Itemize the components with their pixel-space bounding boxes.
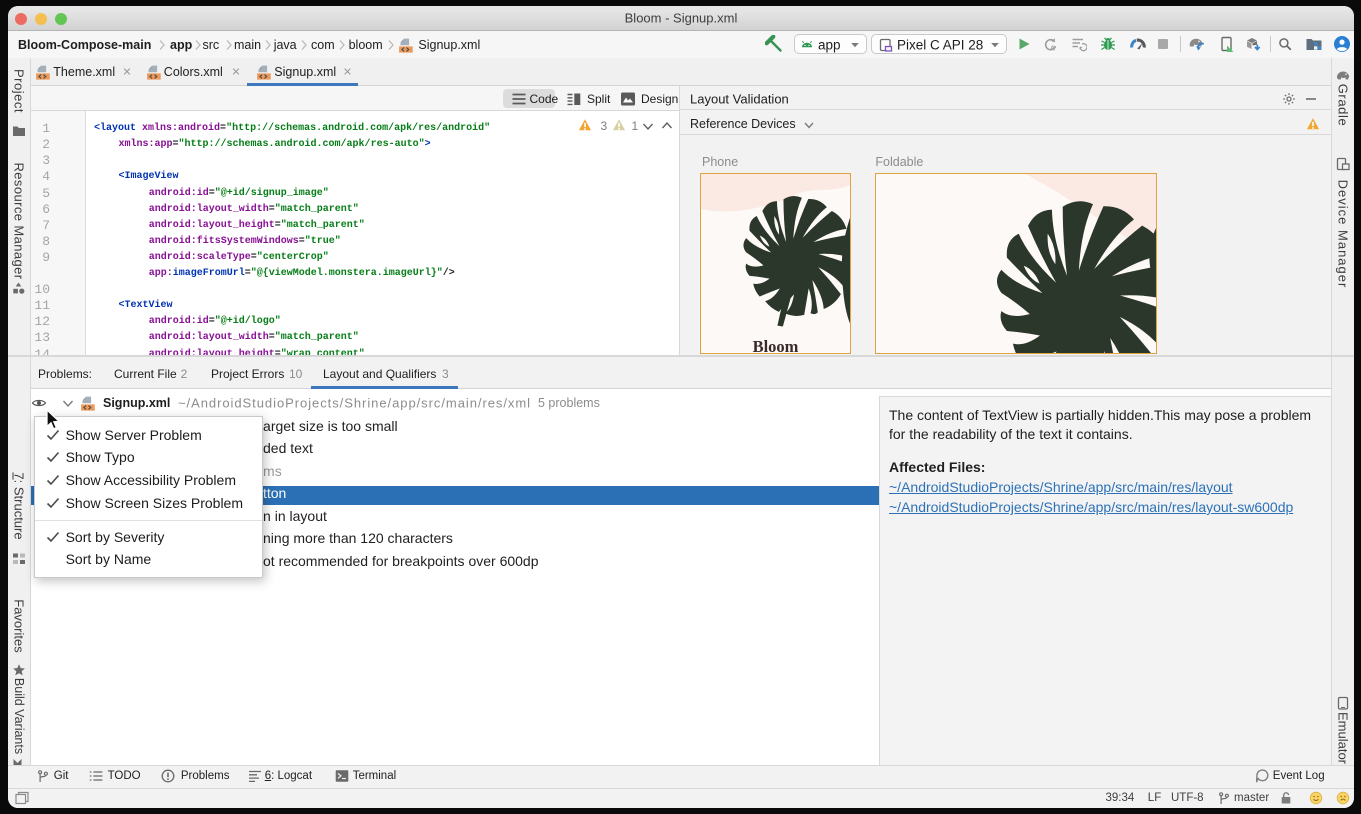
svg-text:A: A [1050,46,1055,53]
